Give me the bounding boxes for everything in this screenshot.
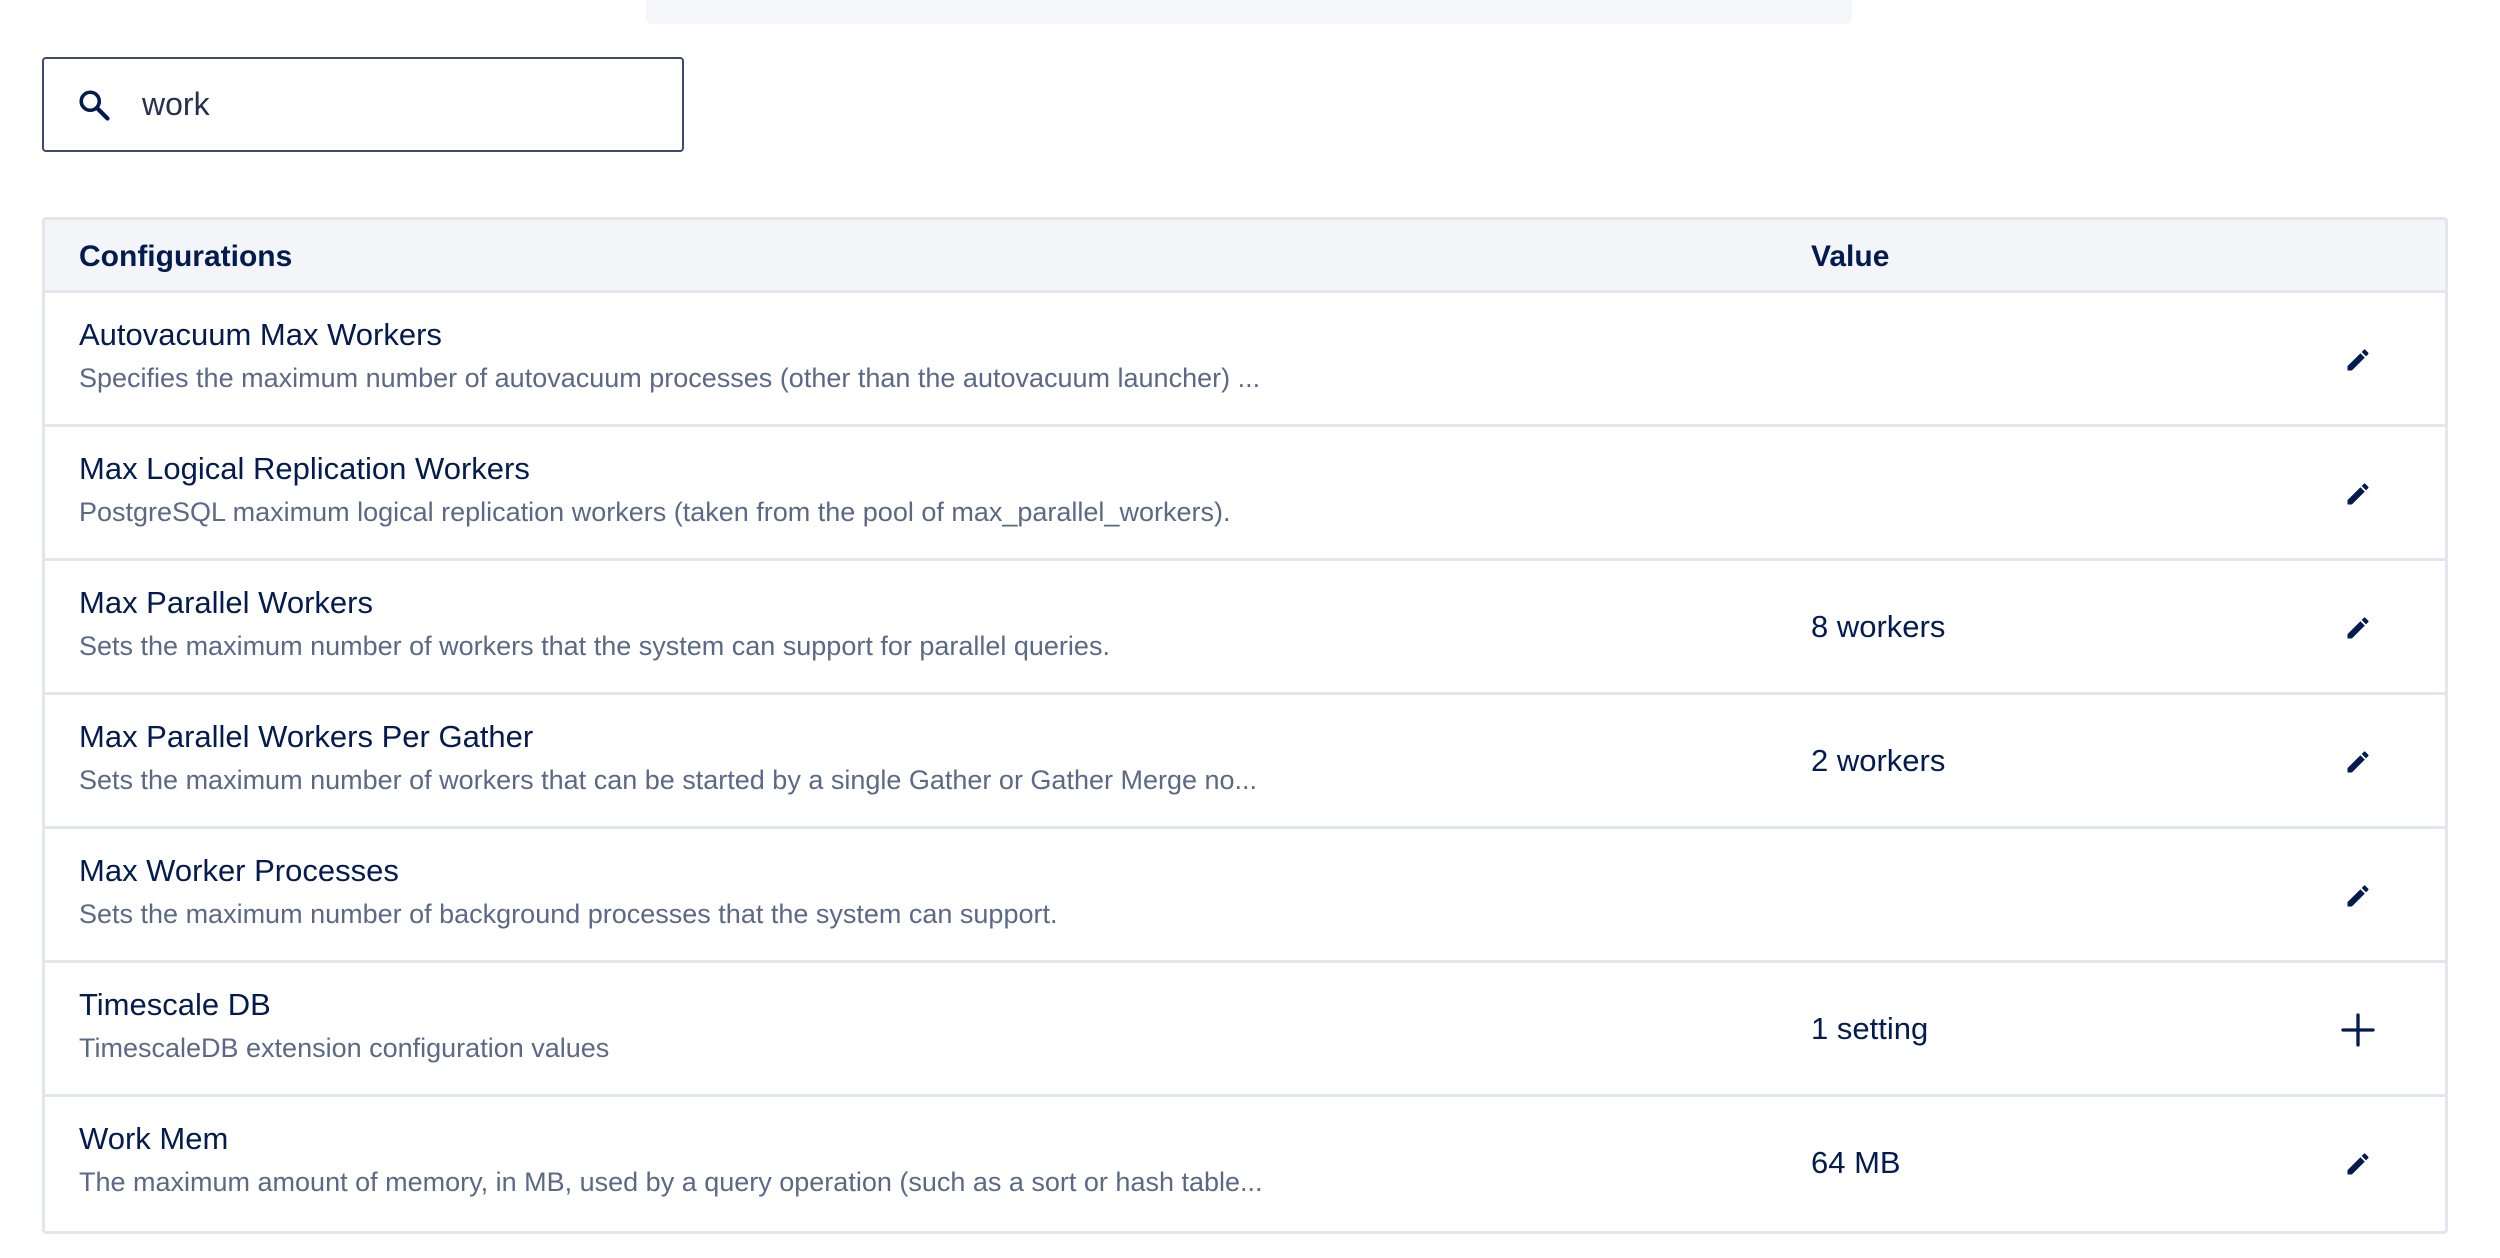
search-input[interactable]: work xyxy=(142,86,210,123)
edit-button[interactable] xyxy=(2333,737,2383,787)
edit-button[interactable] xyxy=(2333,1139,2383,1189)
config-description: Sets the maximum number of workers that … xyxy=(79,765,1258,795)
config-description: TimescaleDB extension configuration valu… xyxy=(79,1033,610,1063)
pencil-icon xyxy=(2344,614,2372,642)
header-value: Value xyxy=(1811,240,1890,273)
config-value: 1 setting xyxy=(1811,1011,1929,1046)
edit-button[interactable] xyxy=(2333,603,2383,653)
table-row[interactable]: Work Mem The maximum amount of memory, in… xyxy=(45,1097,2445,1231)
edit-button[interactable] xyxy=(2333,871,2383,921)
plus-icon xyxy=(2338,1010,2378,1050)
config-description: Sets the maximum number of workers that … xyxy=(79,631,1110,661)
config-name: Autovacuum Max Workers xyxy=(79,317,442,352)
configurations-table: Configurations Value Autovacuum Max Work… xyxy=(42,217,2448,1234)
table-header: Configurations Value xyxy=(45,220,2445,293)
table-row[interactable]: Max Logical Replication Workers PostgreSQ… xyxy=(45,427,2445,561)
config-name: Max Parallel Workers xyxy=(79,585,374,620)
config-description: PostgreSQL maximum logical replication w… xyxy=(79,497,1231,527)
config-name: Max Worker Processes xyxy=(79,853,399,888)
table-row[interactable]: Timescale DB TimescaleDB extension config… xyxy=(45,963,2445,1097)
config-name: Timescale DB xyxy=(79,987,271,1022)
pencil-icon xyxy=(2344,346,2372,374)
table-row[interactable]: Max Parallel Workers Sets the maximum num… xyxy=(45,561,2445,695)
config-name: Max Logical Replication Workers xyxy=(79,451,530,486)
table-row[interactable]: Autovacuum Max Workers Specifies the maxi… xyxy=(45,293,2445,427)
pencil-icon xyxy=(2344,1150,2372,1178)
config-description: Sets the maximum number of background pr… xyxy=(79,899,1058,929)
edit-button[interactable] xyxy=(2333,335,2383,385)
table-row[interactable]: Max Parallel Workers Per Gather Sets the … xyxy=(45,695,2445,829)
pencil-icon xyxy=(2344,480,2372,508)
config-description: The maximum amount of memory, in MB, use… xyxy=(79,1167,1263,1197)
config-value: 64 MB xyxy=(1811,1145,1901,1180)
edit-button[interactable] xyxy=(2333,469,2383,519)
table-row[interactable]: Max Worker Processes Sets the maximum num… xyxy=(45,829,2445,963)
search-field[interactable]: work xyxy=(42,57,684,152)
top-strip xyxy=(646,0,1852,24)
add-setting-button[interactable] xyxy=(2333,1005,2383,1055)
header-configurations: Configurations xyxy=(79,240,293,273)
config-name: Max Parallel Workers Per Gather xyxy=(79,719,534,754)
search-icon xyxy=(76,85,116,125)
config-name: Work Mem xyxy=(79,1121,229,1156)
config-value: 8 workers xyxy=(1811,609,1946,644)
config-value: 2 workers xyxy=(1811,743,1946,778)
pencil-icon xyxy=(2344,882,2372,910)
config-description: Specifies the maximum number of autovacu… xyxy=(79,363,1261,393)
pencil-icon xyxy=(2344,748,2372,776)
